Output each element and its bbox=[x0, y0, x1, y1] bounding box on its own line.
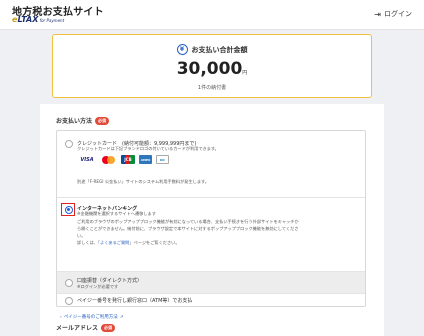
login-label: ログイン bbox=[384, 10, 412, 18]
radio-account-transfer[interactable] bbox=[65, 279, 73, 287]
email-section-label: メールアドレス 必須 bbox=[56, 323, 116, 332]
payment-method-label: お支払い方法 必須 bbox=[56, 116, 110, 125]
payment-method-panel: お支払い方法 必須 クレジットカード (納付可能額：9,999,999円まで) … bbox=[40, 104, 384, 336]
faq-line: 詳しくは、「よくあるご質問」ページをご覧ください。 bbox=[77, 240, 180, 245]
popup-warning-line2: ら開くことができません。納付前に、ブラウザ設定で本サイトに対するポップアップブロ… bbox=[77, 226, 299, 231]
jcb-logo: JCB bbox=[121, 155, 135, 164]
yen-icon: ¥ bbox=[176, 44, 188, 55]
summary-heading: ¥ お支払い合計金額 bbox=[53, 44, 371, 55]
required-badge: 必須 bbox=[95, 116, 110, 125]
option-note: クレジットカードは下記ブランドロゴの付いているカードが利用できます。 bbox=[77, 146, 219, 151]
option-note: ※金融機関を選択するサイトへ遷移します bbox=[77, 211, 156, 216]
mastercard-logo bbox=[101, 155, 117, 164]
login-icon: ⇥ bbox=[374, 9, 381, 19]
amex-logo: AMEX bbox=[139, 155, 152, 164]
radio-credit-card[interactable] bbox=[65, 140, 73, 148]
payeasy-help-link[interactable]: › ペイジー番号のご利用方法 ↗ bbox=[60, 314, 124, 321]
login-button[interactable]: ⇥ ログイン bbox=[374, 9, 412, 19]
eltax-logo: eLTAX for Payment bbox=[12, 15, 65, 24]
amount-value: 30,000 bbox=[176, 59, 243, 79]
option-note: ※ログインが必要です bbox=[77, 284, 119, 289]
required-badge: 必須 bbox=[101, 323, 116, 332]
payment-options-list: クレジットカード (納付可能額：9,999,999円まで) クレジットカードは下… bbox=[56, 130, 366, 307]
option-fee-note: 別途「F-REGI 公金払い」サイトのシステム利用手数料が発生します。 bbox=[77, 179, 209, 184]
amount-unit: 円 bbox=[242, 70, 248, 76]
total-amount: 30,000円 bbox=[53, 59, 371, 79]
faq-link[interactable]: よくあるご質問 bbox=[100, 240, 129, 245]
bill-count: 1件の納付書 bbox=[197, 85, 227, 91]
site-header: 地方税お支払サイト eLTAX for Payment ⇥ ログイン bbox=[0, 0, 424, 30]
option-internet-banking[interactable]: インターネットバンキング ※金融機関を選択するサイトへ遷移します ご利用のブラウ… bbox=[57, 198, 365, 272]
chevron-right-icon: › bbox=[60, 314, 62, 320]
option-credit-card[interactable]: クレジットカード (納付可能額：9,999,999円まで) クレジットカードは下… bbox=[57, 131, 365, 198]
radio-payeasy[interactable] bbox=[65, 297, 73, 305]
payment-summary-card: ¥ お支払い合計金額 30,000円 1件の納付書 bbox=[52, 34, 372, 98]
popup-warning-line1: ご利用のブラウザのポップアップブロック機能が有効になっている場合、支払い手続きを… bbox=[77, 219, 299, 224]
popup-warning-line3: い。 bbox=[77, 233, 86, 238]
visa-logo: VISA bbox=[80, 156, 94, 163]
option-account-transfer[interactable]: 口座振替（ダイレクト方式） ※ログインが必要です bbox=[57, 272, 365, 294]
card-brand-logos: VISA JCB AMEX DC bbox=[77, 155, 169, 164]
option-title: ペイジー番号を発行し銀行窓口（ATM等）でお支払 bbox=[77, 298, 193, 304]
radio-internet-banking[interactable] bbox=[65, 205, 73, 214]
external-link-icon: ↗ bbox=[119, 314, 124, 320]
option-payeasy[interactable]: ペイジー番号を発行し銀行窓口（ATM等）でお支払 bbox=[57, 294, 365, 306]
diners-logo: DC bbox=[156, 155, 169, 164]
